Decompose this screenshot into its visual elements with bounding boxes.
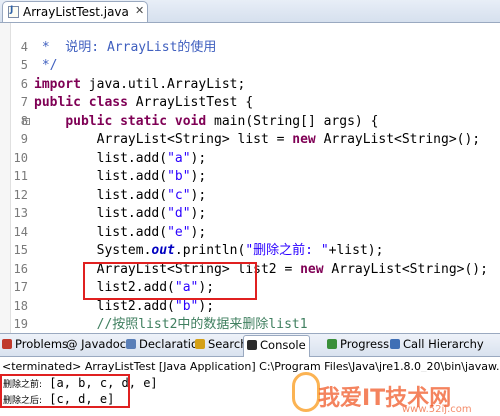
code-line: 9 ArrayList<String> list = new ArrayList… (0, 131, 500, 150)
tab-console[interactable]: Console (243, 335, 310, 357)
line-number: 14 (13, 224, 28, 239)
code-text: ArrayList<String> list2 = new ArrayList<… (34, 261, 488, 277)
declaration-icon (126, 339, 136, 349)
editor-tab-bar: ArrayListTest.java ✕ (0, 0, 500, 23)
progress-icon (327, 339, 337, 349)
code-line: 7 public class ArrayListTest { (0, 94, 500, 113)
line-number: 5 (20, 58, 28, 72)
tab-javadoc[interactable]: @ Javadoc (66, 337, 126, 355)
code-line: 16 ArrayList<String> list2 = new ArrayLi… (0, 261, 500, 280)
tab-callhierarchy[interactable]: Call Hierarchy (390, 337, 484, 355)
console-output-line: 删除之前: [a, b, c, d, e] (3, 376, 158, 390)
code-text: * 说明: ArrayList的使用 (34, 39, 217, 55)
code-line: 11 list.add("b"); (0, 168, 500, 187)
line-number: 15 (13, 243, 28, 257)
code-text: list.add("a"); (34, 150, 207, 166)
tab-declaration[interactable]: Declaration (126, 337, 205, 355)
code-line: 12 list.add("c"); (0, 187, 500, 206)
console-status-text: <terminated> ArrayListTest [Java Applica… (2, 360, 500, 372)
code-text: System.out.println("删除之前: "+list); (34, 243, 384, 258)
editor-tab-arraylisttest[interactable]: ArrayListTest.java ✕ (2, 1, 148, 22)
line-number: 7 (20, 95, 28, 109)
tab-label: Console (260, 338, 306, 352)
code-text: */ (34, 58, 58, 73)
code-text: list2.add("b"); (34, 298, 215, 314)
code-text: import java.util.ArrayList; (34, 76, 246, 92)
code-line: 19 //按照list2中的数据来删除list1 (0, 316, 500, 333)
code-text: public class ArrayListTest { (34, 95, 254, 110)
watermark-logo-icon (292, 372, 320, 412)
tab-label: Problems (15, 337, 69, 351)
line-number: 19 (13, 317, 28, 331)
console-icon (247, 340, 257, 350)
tab-progress[interactable]: Progress (327, 337, 389, 355)
code-line: 8− public static void main(String[] args… (0, 113, 500, 132)
line-number: 17 (13, 280, 28, 294)
tab-label: Progress (340, 337, 390, 351)
line-number: 10 (13, 150, 28, 165)
line-number: 4 (20, 39, 28, 54)
console-status-line: <terminated> ArrayListTest [Java Applica… (0, 357, 500, 372)
code-line: 15 System.out.println("删除之前: "+list); (0, 242, 500, 261)
callhierarchy-icon (390, 339, 400, 349)
code-text: list2.add("a"); (34, 280, 215, 295)
editor-tab-label: ArrayListTest.java (23, 5, 129, 19)
code-text: list.add("b"); (34, 169, 207, 184)
code-line: 6 import java.util.ArrayList; (0, 76, 500, 95)
code-line: 17 list2.add("a"); (0, 279, 500, 298)
line-number: 16 (13, 261, 28, 276)
code-line: 5 */ (0, 57, 500, 76)
code-editor[interactable]: 4 * 说明: ArrayList的使用 5 */6 import java.uti… (0, 23, 500, 333)
line-number: 11 (13, 169, 28, 183)
fold-toggle-icon[interactable]: − (23, 117, 30, 125)
java-file-icon (8, 5, 19, 18)
line-number: 9 (20, 132, 28, 146)
tab-label: Call Hierarchy (403, 337, 484, 351)
code-line: 18 list2.add("b"); (0, 298, 500, 317)
tab-label: @ Javadoc (66, 337, 127, 351)
code-text: ArrayList<String> list = new ArrayList<S… (34, 132, 481, 147)
code-line: 14 list.add("e"); (0, 224, 500, 243)
code-line: 10 list.add("a"); (0, 150, 500, 169)
line-number: 12 (13, 187, 28, 202)
line-number: 13 (13, 206, 28, 220)
code-text: list.add("e"); (34, 224, 207, 240)
watermark-url: www.52ij.com (402, 404, 472, 415)
code-text: //按照list2中的数据来删除list1 (96, 317, 308, 332)
tab-search[interactable]: Search (195, 337, 248, 355)
close-icon[interactable]: ✕ (135, 4, 144, 17)
tab-problems[interactable]: Problems (2, 337, 68, 355)
code-text: list.add("c"); (34, 187, 207, 203)
code-line: 13 list.add("d"); (0, 205, 500, 224)
view-tab-bar: Problems @ Javadoc Declaration Search Consol… (0, 333, 500, 357)
tab-label: Search (208, 337, 248, 351)
line-number: 6 (20, 76, 28, 91)
code-text: list.add("d"); (34, 206, 207, 221)
problems-icon (2, 339, 12, 349)
code-line: 4 * 说明: ArrayList的使用 (0, 39, 500, 58)
line-number: 18 (13, 298, 28, 313)
console-output-line: 删除之后: [c, d, e] (3, 392, 115, 406)
search-icon (195, 339, 205, 349)
code-text: public static void main(String[] args) { (65, 113, 379, 129)
